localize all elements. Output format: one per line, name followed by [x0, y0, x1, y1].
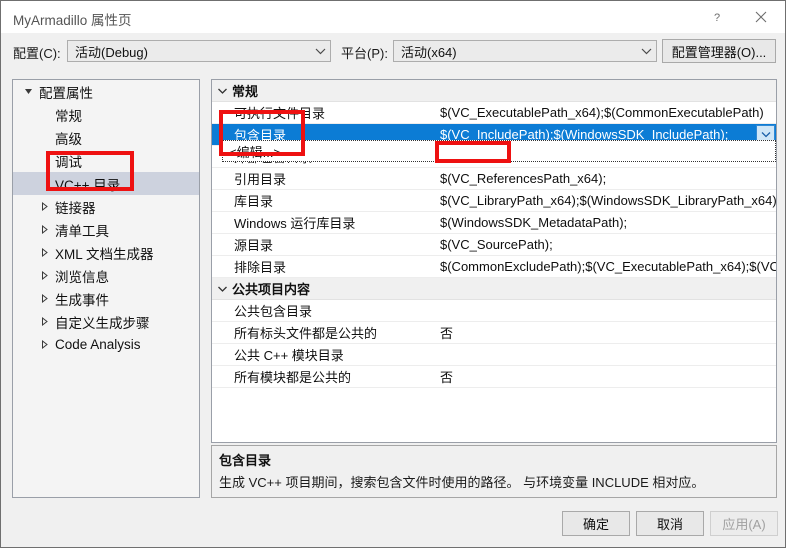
- property-value[interactable]: $(VC_SourcePath);: [434, 237, 776, 252]
- tree-item[interactable]: 调试: [13, 149, 199, 172]
- tree-item-label: Code Analysis: [55, 337, 141, 352]
- platform-select[interactable]: 活动(x64): [393, 40, 657, 62]
- tree-item[interactable]: 常规: [13, 103, 199, 126]
- tree-item[interactable]: XML 文档生成器: [13, 241, 199, 264]
- tree-item[interactable]: 链接器: [13, 195, 199, 218]
- property-grid[interactable]: 常规可执行文件目录 $(VC_ExecutablePath_x64);$(Comm…: [211, 79, 777, 443]
- chevron-down-icon: [310, 47, 330, 55]
- property-row[interactable]: 排除目录 $(CommonExcludePath);$(VC_Executable…: [212, 256, 776, 278]
- property-row[interactable]: 源目录 $(VC_SourcePath);: [212, 234, 776, 256]
- tree-item-label: 配置属性: [39, 85, 93, 101]
- property-row[interactable]: 所有模块都是公共的 否: [212, 366, 776, 388]
- triangle-right-icon[interactable]: [37, 202, 51, 211]
- tree-item-label: 高级: [55, 131, 82, 147]
- property-name: 公共包含目录: [234, 304, 313, 319]
- tree-item-label: 生成事件: [55, 292, 109, 308]
- configuration-select[interactable]: 活动(Debug): [67, 40, 331, 62]
- triangle-right-icon[interactable]: [37, 271, 51, 280]
- ok-button[interactable]: 确定: [562, 511, 630, 536]
- property-row[interactable]: 公共 C++ 模块目录: [212, 344, 776, 366]
- tree-item[interactable]: 配置属性: [13, 80, 199, 103]
- tree-item-label: 自定义生成步骤: [55, 315, 150, 331]
- property-value[interactable]: $(CommonExcludePath);$(VC_ExecutablePath…: [434, 259, 776, 274]
- property-category-label: 常规: [232, 84, 259, 99]
- chevron-down-icon[interactable]: [212, 87, 232, 95]
- tree-item-label: 链接器: [55, 200, 96, 216]
- tree-item-label: 浏览信息: [55, 269, 109, 285]
- tree-item-label: 清单工具: [55, 223, 109, 239]
- cancel-button[interactable]: 取消: [636, 511, 704, 536]
- tree-item[interactable]: 自定义生成步骤: [13, 310, 199, 333]
- description-title: 包含目录: [219, 453, 272, 468]
- configuration-value: 活动(Debug): [75, 44, 148, 60]
- property-row[interactable]: 公共包含目录: [212, 300, 776, 322]
- property-name: 所有标头文件都是公共的: [234, 326, 378, 341]
- chevron-down-icon: [636, 47, 656, 55]
- property-name: 引用目录: [234, 172, 287, 187]
- triangle-right-icon[interactable]: [37, 294, 51, 303]
- property-category-label: 公共项目内容: [232, 282, 311, 297]
- property-row[interactable]: 库目录 $(VC_LibraryPath_x64);$(WindowsSDK_Li…: [212, 190, 776, 212]
- description-text: 生成 VC++ 项目期间，搜索包含文件时使用的路径。 与环境变量 INCLUDE…: [219, 475, 705, 490]
- property-name: Windows 运行库目录: [234, 216, 356, 231]
- tree-item-label: 常规: [55, 108, 82, 124]
- help-question-icon[interactable]: ?: [695, 1, 739, 33]
- tree-item[interactable]: 清单工具: [13, 218, 199, 241]
- triangle-right-icon[interactable]: [37, 225, 51, 234]
- configuration-label: 配置(C):: [13, 46, 61, 61]
- chevron-down-icon[interactable]: [212, 285, 232, 293]
- property-row[interactable]: Windows 运行库目录 $(WindowsSDK_MetadataPath);: [212, 212, 776, 234]
- triangle-down-icon[interactable]: [21, 87, 35, 96]
- property-name: 库目录: [234, 194, 274, 209]
- tree-item[interactable]: 生成事件: [13, 287, 199, 310]
- property-value[interactable]: 否: [434, 367, 776, 386]
- close-icon[interactable]: [739, 1, 783, 33]
- description-panel: 包含目录 生成 VC++ 项目期间，搜索包含文件时使用的路径。 与环境变量 IN…: [211, 445, 777, 498]
- page-title: MyArmadillo 属性页: [13, 13, 132, 28]
- tree-item[interactable]: VC++ 目录: [13, 172, 199, 195]
- tree-item[interactable]: 高级: [13, 126, 199, 149]
- property-category-header[interactable]: 常规: [212, 80, 776, 102]
- tree-item-label: VC++ 目录: [55, 177, 121, 193]
- property-row[interactable]: 可执行文件目录 $(VC_ExecutablePath_x64);$(Common…: [212, 102, 776, 124]
- platform-value: 活动(x64): [401, 44, 457, 60]
- property-value[interactable]: $(VC_ExecutablePath_x64);$(CommonExecuta…: [434, 105, 776, 120]
- svg-text:?: ?: [714, 12, 720, 24]
- apply-button: 应用(A): [710, 511, 778, 536]
- property-row[interactable]: 所有标头文件都是公共的 否: [212, 322, 776, 344]
- property-value[interactable]: $(VC_LibraryPath_x64);$(WindowsSDK_Libra…: [434, 193, 776, 208]
- property-name: 公共 C++ 模块目录: [234, 348, 344, 363]
- dropdown-open-list[interactable]: <编辑...>: [222, 140, 776, 162]
- property-value[interactable]: $(VC_ReferencesPath_x64);: [434, 171, 776, 186]
- property-name: 可执行文件目录: [234, 106, 326, 121]
- triangle-right-icon[interactable]: [37, 317, 51, 326]
- settings-tree[interactable]: 配置属性常规高级调试 VC++ 目录 链接器清单工具 XML 文档生成器 浏览信息生成事…: [12, 79, 200, 498]
- dropdown-item-edit[interactable]: <编辑...>: [223, 142, 281, 161]
- property-category-header[interactable]: 公共项目内容: [212, 278, 776, 300]
- property-pages-dialog: MyArmadillo 属性页 ? 配置(C): 活动(Debug) 平台(P)…: [0, 0, 786, 548]
- property-value[interactable]: 否: [434, 323, 776, 342]
- tree-item[interactable]: 浏览信息: [13, 264, 199, 287]
- tree-item-label: XML 文档生成器: [55, 246, 154, 262]
- platform-label: 平台(P):: [341, 46, 388, 61]
- property-name: 源目录: [234, 238, 274, 253]
- title-bar: MyArmadillo 属性页 ?: [1, 1, 785, 33]
- tree-item[interactable]: Code Analysis: [13, 333, 199, 356]
- property-name: 所有模块都是公共的: [234, 370, 352, 385]
- property-name: 排除目录: [234, 260, 287, 275]
- configuration-bar: 配置(C): 活动(Debug) 平台(P): 活动(x64) 配置管理器(O)…: [1, 33, 785, 69]
- property-row[interactable]: 引用目录 $(VC_ReferencesPath_x64);: [212, 168, 776, 190]
- property-value[interactable]: $(WindowsSDK_MetadataPath);: [434, 215, 776, 230]
- triangle-right-icon[interactable]: [37, 248, 51, 257]
- triangle-right-icon[interactable]: [37, 340, 51, 349]
- config-manager-button[interactable]: 配置管理器(O)...: [662, 39, 776, 63]
- tree-item-label: 调试: [55, 154, 82, 170]
